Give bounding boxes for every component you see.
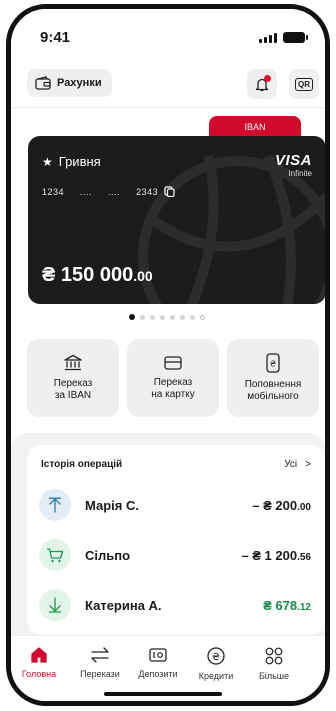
wallet-icon bbox=[35, 76, 51, 90]
status-time: 9:41 bbox=[40, 29, 71, 46]
card-number: 1234 .... .... 2343 bbox=[42, 186, 175, 197]
phone-frame: 9:41 Рахунки QR IBAN ★ Гривня 1234 .... … bbox=[6, 4, 330, 706]
credit-icon: ₴ bbox=[207, 647, 225, 665]
arrow-down-icon bbox=[39, 589, 71, 621]
qr-button[interactable]: QR bbox=[289, 69, 319, 99]
operation-row[interactable]: Сільпо – ₴ 1 200.56 bbox=[39, 537, 311, 573]
home-icon bbox=[31, 647, 47, 663]
nav-deposits[interactable]: Депозити bbox=[128, 646, 188, 679]
nav-home[interactable]: Головна bbox=[11, 646, 69, 679]
bank-icon bbox=[64, 354, 82, 371]
qr-icon: QR bbox=[295, 77, 313, 91]
header-divider bbox=[11, 107, 325, 108]
history-title: Історія операцій bbox=[41, 459, 123, 470]
currency-label: Гривня bbox=[58, 154, 101, 169]
carousel-dot[interactable] bbox=[150, 314, 155, 320]
star-icon: ★ bbox=[42, 154, 53, 169]
operation-name: Марія С. bbox=[85, 497, 139, 513]
operation-name: Сільпо bbox=[85, 547, 131, 563]
arrow-up-icon bbox=[39, 489, 71, 521]
status-bar: 9:41 bbox=[11, 9, 325, 61]
bank-card[interactable]: ★ Гривня 1234 .... .... 2343 VISA Infini… bbox=[28, 136, 325, 304]
card-currency: ★ Гривня bbox=[42, 154, 101, 169]
carousel-dot[interactable] bbox=[140, 314, 145, 320]
notifications-button[interactable] bbox=[247, 69, 277, 99]
chevron-right-icon: > bbox=[305, 459, 311, 470]
copy-icon[interactable] bbox=[164, 186, 175, 197]
svg-text:₴: ₴ bbox=[212, 652, 220, 663]
accounts-button[interactable]: Рахунки bbox=[27, 69, 112, 97]
history-header: Історія операцій Усі > bbox=[41, 459, 311, 470]
signal-icon bbox=[259, 33, 277, 43]
operation-name: Катерина А. bbox=[85, 597, 162, 613]
accounts-label: Рахунки bbox=[57, 77, 102, 89]
operation-amount: – ₴ 1 200.56 bbox=[241, 547, 311, 563]
nav-more[interactable]: Більше bbox=[244, 646, 304, 681]
phone-hryvnia-icon: ₴ bbox=[266, 353, 280, 373]
operation-row[interactable]: Марія С. – ₴ 200.00 bbox=[39, 487, 311, 523]
carousel-dot[interactable] bbox=[190, 314, 195, 320]
carousel-indicator bbox=[129, 314, 205, 320]
operation-amount: – ₴ 200.00 bbox=[252, 497, 311, 513]
carousel-dot[interactable] bbox=[170, 314, 175, 320]
quick-actions: Переказ за IBAN Переказ на картку ₴ Поповн… bbox=[27, 339, 319, 417]
screen: 9:41 Рахунки QR IBAN ★ Гривня 1234 .... … bbox=[11, 9, 325, 701]
iban-tab[interactable]: IBAN bbox=[209, 116, 301, 138]
home-indicator bbox=[104, 692, 222, 696]
battery-icon bbox=[283, 32, 308, 43]
mobile-topup-button[interactable]: ₴ Поповнення мобільного bbox=[227, 339, 319, 417]
carousel-dot[interactable] bbox=[160, 314, 165, 320]
carousel-dot[interactable] bbox=[180, 314, 185, 320]
deposit-icon bbox=[149, 648, 167, 662]
card-balance: ₴ 150 000.00 bbox=[42, 264, 153, 286]
history-all-link[interactable]: Усі > bbox=[284, 459, 311, 470]
notification-dot bbox=[264, 75, 271, 82]
card-icon bbox=[164, 356, 182, 370]
history-card: Історія операцій Усі > Марія С. – ₴ 200.… bbox=[27, 445, 325, 635]
carousel-dot[interactable] bbox=[200, 314, 205, 320]
transfer-icon bbox=[91, 647, 109, 663]
more-icon bbox=[265, 647, 283, 665]
operation-amount: ₴ 678.12 bbox=[263, 597, 311, 613]
svg-text:₴: ₴ bbox=[270, 360, 276, 369]
operation-row[interactable]: Катерина А. ₴ 678.12 bbox=[39, 587, 311, 623]
iban-transfer-button[interactable]: Переказ за IBAN bbox=[27, 339, 119, 417]
nav-credits[interactable]: ₴ Кредити bbox=[186, 646, 246, 681]
carousel-dot[interactable] bbox=[129, 314, 135, 320]
visa-logo: VISA Infinite bbox=[274, 152, 312, 178]
cart-icon bbox=[39, 539, 71, 571]
nav-transfers[interactable]: Перекази bbox=[70, 646, 130, 679]
card-transfer-button[interactable]: Переказ на картку bbox=[127, 339, 219, 417]
